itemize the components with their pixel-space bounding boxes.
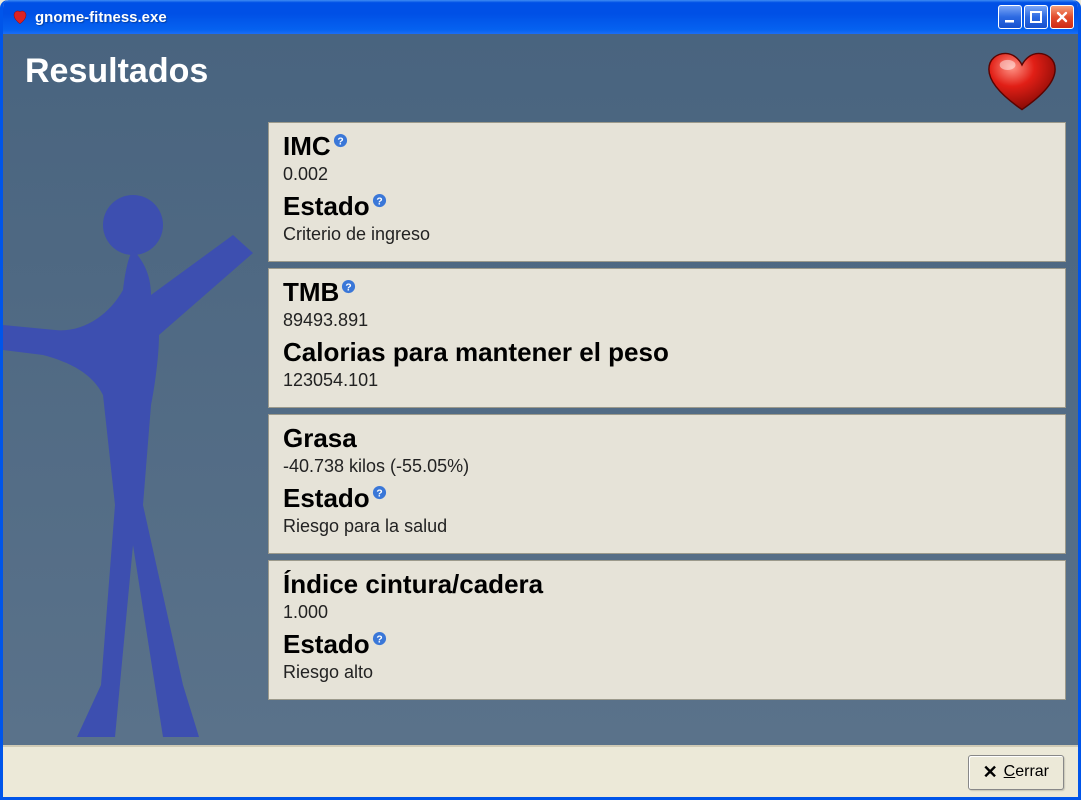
icc-value: 1.000 bbox=[283, 602, 1051, 623]
close-x-icon: ✕ bbox=[983, 762, 998, 783]
result-panels: IMC ? 0.002 Estado ? Criterio de ingreso bbox=[268, 122, 1078, 745]
body-row: IMC ? 0.002 Estado ? Criterio de ingreso bbox=[3, 122, 1078, 745]
info-icon[interactable]: ? bbox=[372, 193, 387, 208]
svg-text:?: ? bbox=[346, 282, 352, 293]
panel-tmb: TMB ? 89493.891 Calorias para mantener e… bbox=[268, 268, 1066, 408]
grasa-state-label: Estado bbox=[283, 483, 370, 514]
cerrar-button[interactable]: ✕ Cerrar bbox=[968, 755, 1064, 790]
icc-state-label: Estado bbox=[283, 629, 370, 660]
icc-state-value: Riesgo alto bbox=[283, 662, 1051, 683]
imc-value: 0.002 bbox=[283, 164, 1051, 185]
svg-text:?: ? bbox=[376, 196, 382, 207]
calories-label: Calorias para mantener el peso bbox=[283, 337, 669, 368]
imc-label: IMC bbox=[283, 131, 331, 162]
heart-icon bbox=[986, 52, 1058, 112]
minimize-button[interactable] bbox=[998, 5, 1022, 29]
panel-icc: Índice cintura/cadera 1.000 Estado ? Rie… bbox=[268, 560, 1066, 700]
app-window: gnome-fitness.exe Resultados bbox=[0, 0, 1081, 800]
info-icon[interactable]: ? bbox=[372, 485, 387, 500]
info-icon[interactable]: ? bbox=[333, 133, 348, 148]
grasa-state-value: Riesgo para la salud bbox=[283, 516, 1051, 537]
dancer-figure-icon bbox=[3, 122, 268, 745]
imc-state-value: Criterio de ingreso bbox=[283, 224, 1051, 245]
window-controls bbox=[998, 5, 1074, 29]
svg-text:?: ? bbox=[376, 488, 382, 499]
info-icon[interactable]: ? bbox=[341, 279, 356, 294]
svg-text:?: ? bbox=[337, 136, 343, 147]
window-title: gnome-fitness.exe bbox=[35, 9, 998, 26]
info-icon[interactable]: ? bbox=[372, 631, 387, 646]
tmb-label: TMB bbox=[283, 277, 339, 308]
panel-imc: IMC ? 0.002 Estado ? Criterio de ingreso bbox=[268, 122, 1066, 262]
icc-label: Índice cintura/cadera bbox=[283, 569, 543, 600]
close-button[interactable] bbox=[1050, 5, 1074, 29]
calories-value: 123054.101 bbox=[283, 370, 1051, 391]
maximize-button[interactable] bbox=[1024, 5, 1048, 29]
imc-state-label: Estado bbox=[283, 191, 370, 222]
grasa-label: Grasa bbox=[283, 423, 357, 454]
grasa-value: -40.738 kilos (-55.05%) bbox=[283, 456, 1051, 477]
titlebar[interactable]: gnome-fitness.exe bbox=[3, 0, 1078, 34]
content-area: Resultados bbox=[3, 34, 1078, 745]
cerrar-label: Cerrar bbox=[1004, 763, 1049, 781]
panel-grasa: Grasa -40.738 kilos (-55.05%) Estado ? R… bbox=[268, 414, 1066, 554]
app-heart-icon bbox=[11, 8, 29, 26]
tmb-value: 89493.891 bbox=[283, 310, 1051, 331]
footer-bar: ✕ Cerrar bbox=[3, 745, 1078, 797]
svg-text:?: ? bbox=[376, 634, 382, 645]
header-row: Resultados bbox=[3, 34, 1078, 122]
page-title: Resultados bbox=[25, 52, 208, 91]
